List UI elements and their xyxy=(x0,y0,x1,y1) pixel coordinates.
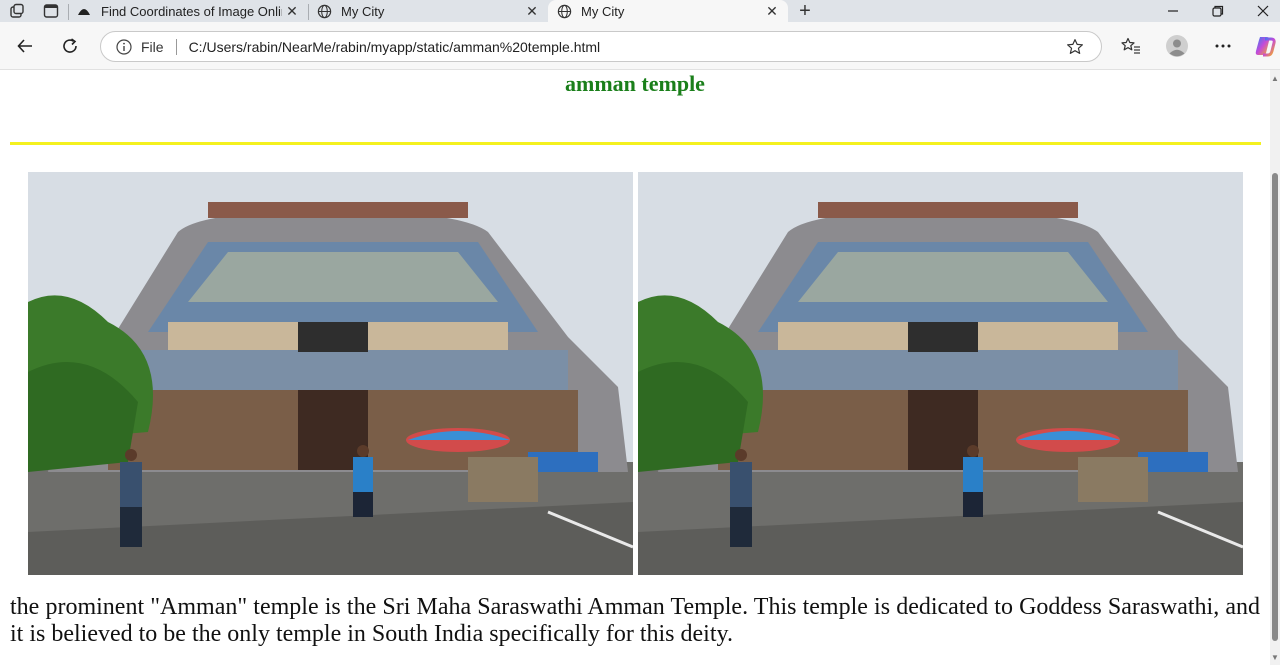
tab-strip: Find Coordinates of Image Online ✕ My Ci… xyxy=(0,0,1280,22)
favorite-star-icon[interactable] xyxy=(1063,35,1087,59)
hat-favicon-icon xyxy=(76,3,92,19)
workspaces-icon[interactable] xyxy=(0,0,34,22)
address-bar[interactable]: File C:/Users/rabin/NearMe/rabin/myapp/s… xyxy=(100,31,1102,62)
close-tab-icon[interactable]: ✕ xyxy=(762,3,782,20)
tab-my-city-1[interactable]: My City ✕ xyxy=(308,0,548,22)
browser-toolbar: File C:/Users/rabin/NearMe/rabin/myapp/s… xyxy=(0,22,1280,70)
page-title: amman temple xyxy=(565,71,705,96)
vertical-tabs-icon[interactable] xyxy=(34,0,68,22)
vertical-scrollbar[interactable]: ▲ ▼ xyxy=(1270,70,1280,665)
info-icon[interactable] xyxy=(115,38,133,56)
tab-title: My City xyxy=(341,3,385,19)
temple-photo xyxy=(28,172,633,575)
tab-find-coordinates[interactable]: Find Coordinates of Image Online ✕ xyxy=(68,0,308,22)
temple-photo xyxy=(638,172,1243,575)
yellow-divider xyxy=(10,142,1261,145)
tab-my-city-2[interactable]: My City ✕ xyxy=(548,0,788,22)
tab-title: Find Coordinates of Image Online xyxy=(101,3,282,19)
close-tab-icon[interactable]: ✕ xyxy=(282,3,302,20)
profile-avatar-icon[interactable] xyxy=(1162,31,1192,61)
back-arrow-icon[interactable] xyxy=(10,31,40,61)
new-tab-button[interactable]: + xyxy=(788,0,822,22)
url-text[interactable]: C:/Users/rabin/NearMe/rabin/myapp/static… xyxy=(189,39,1063,55)
close-window-icon[interactable] xyxy=(1240,0,1280,22)
scroll-up-arrow-icon[interactable]: ▲ xyxy=(1270,72,1280,84)
close-tab-icon[interactable]: ✕ xyxy=(522,3,542,20)
globe-icon xyxy=(316,3,332,19)
refresh-icon[interactable] xyxy=(55,31,85,61)
copilot-icon[interactable] xyxy=(1250,31,1280,61)
scheme-label: File xyxy=(141,38,164,55)
minimize-icon[interactable] xyxy=(1150,0,1196,22)
scroll-down-arrow-icon[interactable]: ▼ xyxy=(1270,651,1280,663)
page-viewport: amman temple the prominent "Amman" templ… xyxy=(0,70,1270,665)
globe-icon xyxy=(556,3,572,19)
tab-title: My City xyxy=(581,3,625,19)
restore-icon[interactable] xyxy=(1195,0,1241,22)
divider xyxy=(175,38,177,55)
favorites-icon[interactable] xyxy=(1116,31,1146,61)
more-options-icon[interactable] xyxy=(1208,31,1238,61)
description-paragraph: the prominent "Amman" temple is the Sri … xyxy=(10,594,1260,647)
scroll-thumb[interactable] xyxy=(1272,173,1278,641)
